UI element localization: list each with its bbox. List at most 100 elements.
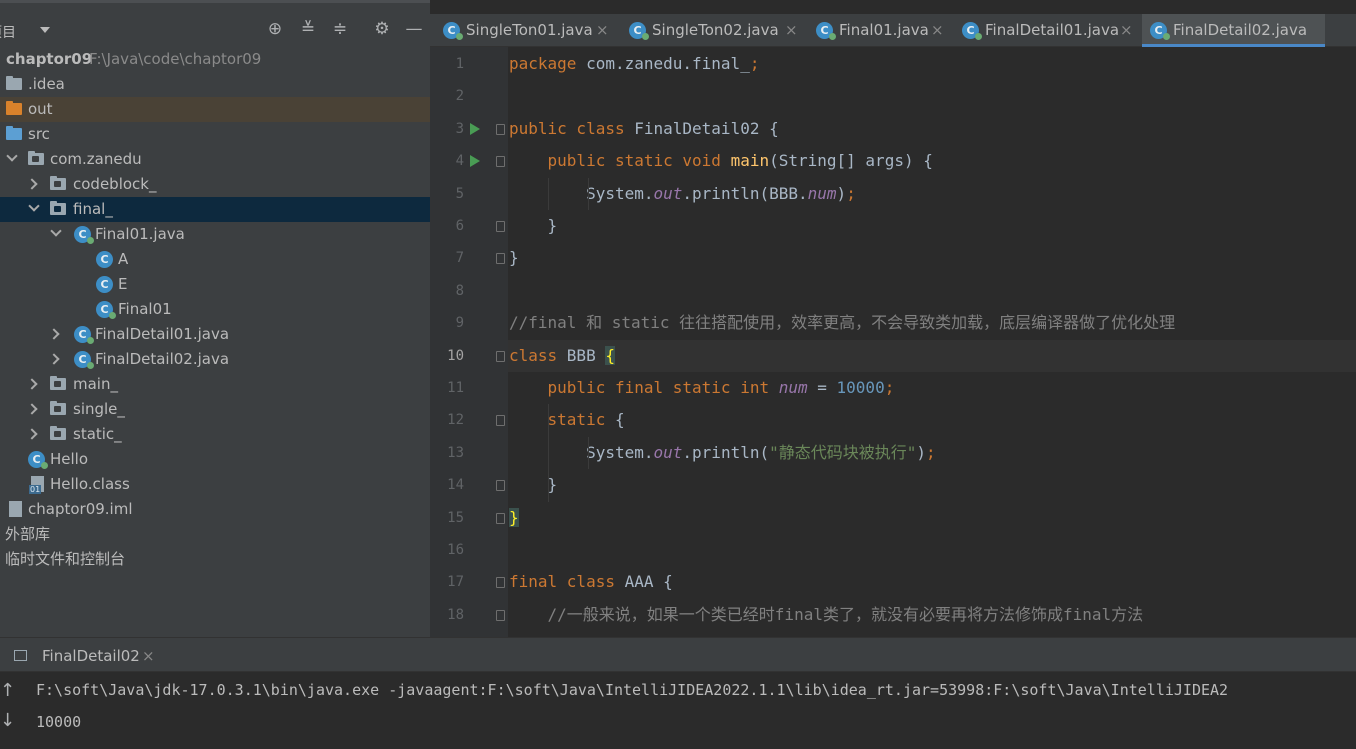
tree-item-external-libraries[interactable]: 外部库 bbox=[0, 522, 430, 547]
expand-all-icon[interactable]: ≚ bbox=[297, 18, 319, 40]
console-output-line: 10000 bbox=[36, 713, 82, 731]
arrow-up-icon[interactable]: ↑ bbox=[0, 680, 15, 701]
class-icon: C bbox=[96, 301, 116, 319]
chevron-right-icon[interactable] bbox=[48, 328, 60, 340]
tree-item-com-zanedu[interactable]: com.zanedu bbox=[0, 147, 430, 172]
tab-singleton01[interactable]: C SingleTon01.java × bbox=[443, 14, 619, 47]
tree-item-idea[interactable]: .idea bbox=[0, 72, 430, 97]
fold-marker-icon[interactable] bbox=[496, 609, 505, 621]
code-line[interactable]: final class AAA { bbox=[508, 566, 1356, 598]
fold-marker-icon[interactable] bbox=[496, 415, 505, 427]
code-line[interactable] bbox=[508, 275, 1356, 307]
close-icon[interactable]: × bbox=[931, 14, 944, 47]
code-line[interactable]: } bbox=[508, 469, 1356, 501]
tab-finaldetail01[interactable]: C FinalDetail01.java × bbox=[962, 14, 1140, 47]
code-line-text: //一般来说，如果一个类已经时final类了，就没有必要再将方法修饰成final… bbox=[509, 599, 1144, 631]
code-text-area[interactable]: package com.zanedu.final_;public class F… bbox=[508, 47, 1356, 637]
code-line[interactable]: public static void main(String[] args) { bbox=[508, 145, 1356, 177]
tree-item-finaldetail02-java[interactable]: C FinalDetail02.java bbox=[0, 347, 430, 372]
close-icon[interactable]: × bbox=[785, 14, 798, 47]
code-line[interactable]: } bbox=[508, 502, 1356, 534]
tab-singleton02[interactable]: C SingleTon02.java × bbox=[629, 14, 805, 47]
tree-item-final[interactable]: final_ bbox=[0, 197, 430, 222]
java-class-icon: C bbox=[74, 326, 94, 344]
chevron-right-icon[interactable] bbox=[26, 428, 38, 440]
tree-item-final01-java[interactable]: C Final01.java bbox=[0, 222, 430, 247]
run-gutter-icon[interactable] bbox=[470, 155, 480, 168]
tree-item-codeblock[interactable]: codeblock_ bbox=[0, 172, 430, 197]
code-token: .println( bbox=[682, 442, 770, 462]
tree-item-static[interactable]: static_ bbox=[0, 422, 430, 447]
chevron-right-icon[interactable] bbox=[26, 403, 38, 415]
close-icon[interactable]: × bbox=[1120, 14, 1133, 47]
code-line[interactable] bbox=[508, 534, 1356, 566]
fold-marker-icon[interactable] bbox=[496, 480, 505, 492]
fold-marker-icon[interactable] bbox=[496, 156, 505, 168]
tree-item-finaldetail01-java[interactable]: C FinalDetail01.java bbox=[0, 322, 430, 347]
code-line[interactable]: public final static int num = 10000; bbox=[508, 372, 1356, 404]
tree-item-class-a[interactable]: C A bbox=[0, 247, 430, 272]
tree-item-class-e[interactable]: C E bbox=[0, 272, 430, 297]
code-line[interactable]: package com.zanedu.final_; bbox=[508, 48, 1356, 80]
run-gutter-icon[interactable] bbox=[470, 122, 480, 135]
tab-final01[interactable]: C Final01.java × bbox=[816, 14, 946, 47]
project-view-title[interactable]: 项目 bbox=[0, 22, 16, 42]
fold-marker-icon[interactable] bbox=[496, 221, 505, 232]
gear-icon[interactable]: ⚙ bbox=[371, 18, 393, 40]
locate-file-icon[interactable]: ⊕ bbox=[264, 18, 286, 40]
tree-item-scratches[interactable]: 临时文件和控制台 bbox=[0, 547, 430, 572]
fold-marker-icon[interactable] bbox=[496, 253, 505, 265]
tab-finaldetail02[interactable]: C FinalDetail02.java bbox=[1142, 14, 1325, 47]
fold-marker-icon[interactable] bbox=[496, 512, 505, 524]
chevron-right-icon[interactable] bbox=[26, 178, 38, 190]
chevron-right-icon[interactable] bbox=[48, 353, 60, 365]
chevron-right-icon[interactable] bbox=[26, 378, 38, 390]
tree-item-project-root[interactable]: chaptor09 F:\Java\code\chaptor09 bbox=[0, 47, 430, 72]
package-icon bbox=[50, 376, 66, 390]
tree-item-hello-class[interactable]: 01 Hello.class bbox=[0, 472, 430, 497]
tree-item-out[interactable]: out bbox=[0, 97, 430, 122]
arrow-down-icon[interactable]: ↓ bbox=[0, 710, 15, 731]
close-icon[interactable]: × bbox=[142, 642, 155, 670]
close-icon[interactable]: × bbox=[596, 14, 609, 47]
java-class-icon: C bbox=[74, 351, 94, 369]
code-token: } bbox=[509, 248, 519, 268]
code-line[interactable]: //final 和 static 往往搭配使用，效率更高，不会导致类加载，底层编… bbox=[508, 307, 1356, 339]
fold-marker-icon[interactable] bbox=[496, 123, 505, 135]
code-line-text: public static void main(String[] args) { bbox=[509, 145, 933, 177]
editor-gutter[interactable]: 1 2 3 4 5 6 7 8 9 10 11 12 13 14 15 16 17 18 bbox=[430, 47, 508, 637]
fold-marker-icon[interactable] bbox=[496, 350, 505, 362]
code-line[interactable]: //一般来说，如果一个类已经时final类了，就没有必要再将方法修饰成final… bbox=[508, 599, 1356, 631]
tree-item-single[interactable]: single_ bbox=[0, 397, 430, 422]
fold-marker-icon[interactable] bbox=[496, 577, 505, 589]
chevron-down-icon[interactable] bbox=[50, 225, 62, 237]
chevron-down-icon[interactable] bbox=[6, 150, 18, 162]
tab-label: FinalDetail01.java bbox=[985, 21, 1120, 39]
tree-item-main[interactable]: main_ bbox=[0, 372, 430, 397]
code-token: package bbox=[509, 54, 587, 73]
chevron-down-icon[interactable] bbox=[28, 200, 40, 212]
code-line[interactable]: System.out.println("静态代码块被执行"); bbox=[508, 437, 1356, 469]
code-line[interactable]: public class FinalDetail02 { bbox=[508, 113, 1356, 145]
tree-item-label: out bbox=[28, 100, 53, 118]
folder-icon bbox=[6, 76, 22, 90]
code-token: out bbox=[653, 183, 683, 203]
tree-item-class-final01[interactable]: C Final01 bbox=[0, 297, 430, 322]
code-line[interactable]: } bbox=[508, 242, 1356, 274]
code-line[interactable]: class BBB { bbox=[508, 339, 1356, 372]
tree-item-iml[interactable]: chaptor09.iml bbox=[0, 497, 430, 522]
minimize-icon[interactable]: — bbox=[403, 18, 425, 40]
code-token: 10000 bbox=[836, 378, 885, 397]
tree-item-label: final_ bbox=[73, 200, 113, 218]
collapse-all-icon[interactable]: ≑ bbox=[329, 18, 351, 40]
code-token: ; bbox=[926, 442, 936, 462]
console-command-line: F:\soft\Java\jdk-17.0.3.1\bin\java.exe -… bbox=[36, 681, 1229, 699]
code-line-text: final class AAA { bbox=[509, 566, 673, 598]
tree-item-src[interactable]: src bbox=[0, 122, 430, 147]
tree-item-hello[interactable]: C Hello bbox=[0, 447, 430, 472]
chevron-down-icon[interactable] bbox=[40, 27, 50, 33]
code-line[interactable]: static { bbox=[508, 404, 1356, 436]
code-line[interactable] bbox=[508, 80, 1356, 112]
code-line[interactable]: } bbox=[508, 210, 1356, 242]
code-line[interactable]: System.out.println(BBB.num); bbox=[508, 178, 1356, 210]
